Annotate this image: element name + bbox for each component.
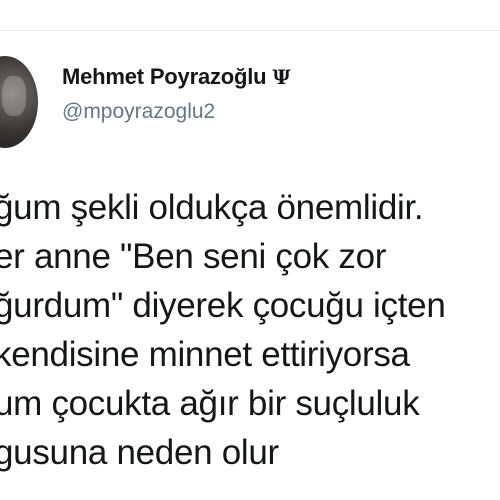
tweet-line: ğurdum" diyerek çocuğu içten [0,286,446,325]
tweet-line: er anne "Ben seni çok zor [0,237,387,276]
tweet-screenshot: Mehmet Poyrazoğlu Ψ @mpoyrazoglu2 ğum şe… [0,0,500,500]
tweet-line: ğum şekli oldukça önemlidir. [0,188,424,227]
display-name[interactable]: Mehmet Poyrazoğlu [62,64,267,90]
top-divider [0,30,500,31]
user-handle[interactable]: @mpoyrazoglu2 [62,100,291,124]
tweet-line: um çocukta ağır bir suçluluk [0,384,420,423]
display-name-row: Mehmet Poyrazoğlu Ψ [62,64,291,90]
tweet-text: ğum şekli oldukça önemlidir. er anne "Be… [0,183,500,477]
tweet-line: gusuna neden olur [0,433,279,472]
tweet-header: Mehmet Poyrazoğlu Ψ @mpoyrazoglu2 [62,64,291,124]
psi-icon: Ψ [272,65,291,89]
avatar[interactable] [0,56,38,148]
avatar-photo-detail [2,76,26,116]
tweet-line: kendisine minnet ettiriyorsa [0,335,410,374]
